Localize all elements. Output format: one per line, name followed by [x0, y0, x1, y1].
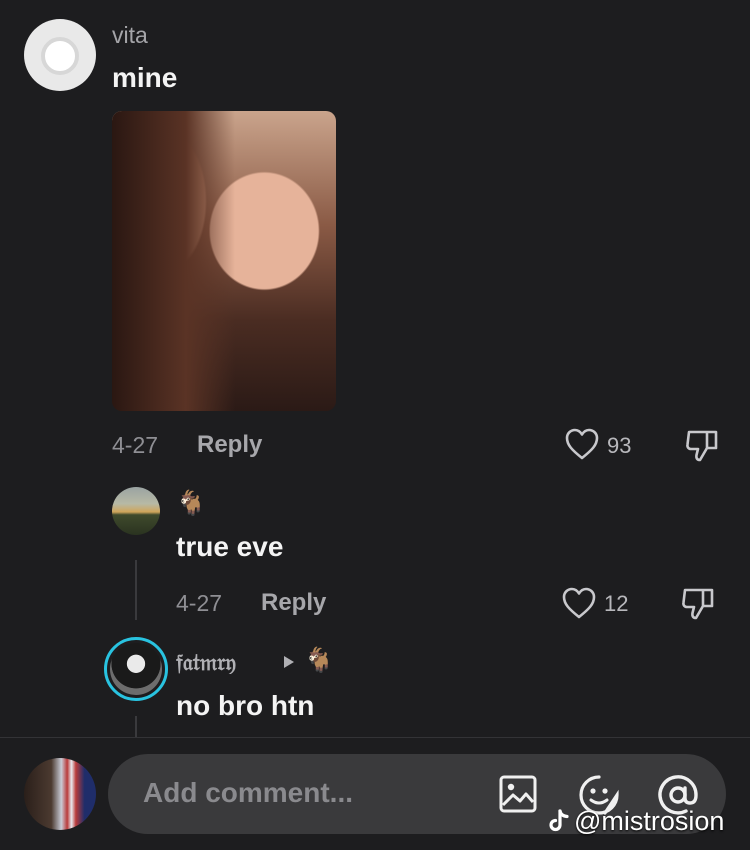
like-count: 12 [604, 591, 629, 616]
reply-button[interactable]: Reply [197, 431, 262, 459]
thumbs-down-icon[interactable] [680, 584, 716, 622]
comment-text: mine [112, 62, 178, 93]
reply-arrow-icon [283, 655, 295, 669]
comment-text: true eve [176, 531, 284, 562]
current-user-avatar[interactable] [24, 758, 96, 830]
comment-username[interactable]: 🐐 [176, 492, 206, 516]
comment-username[interactable]: vita [112, 22, 148, 49]
thumbs-down-icon[interactable] [684, 426, 720, 464]
reply-to-username[interactable]: 🐐 [304, 649, 334, 673]
thread-line [135, 560, 137, 620]
thread-line [135, 716, 137, 738]
tiktok-logo-icon [548, 809, 570, 833]
avatar-fatmry[interactable] [104, 637, 168, 701]
comment-text: no bro htn [176, 690, 315, 721]
comment-username[interactable]: 𝔣𝔞𝔱𝔪𝔯𝔶 [176, 649, 236, 676]
divider [0, 737, 750, 738]
heart-icon[interactable] [564, 427, 600, 461]
comment-date: 4-27 [112, 432, 159, 458]
comment-input-placeholder[interactable]: Add comment... [143, 777, 353, 809]
comment-photo[interactable] [112, 111, 336, 411]
avatar-goat[interactable] [112, 487, 160, 535]
heart-icon[interactable] [561, 586, 597, 620]
image-icon[interactable] [498, 774, 538, 814]
like-count: 93 [607, 433, 632, 458]
avatar-vita[interactable] [24, 19, 96, 91]
comment-date: 4-27 [176, 590, 223, 616]
reply-button[interactable]: Reply [261, 589, 326, 617]
watermark-handle: @mistrosion [574, 806, 725, 836]
